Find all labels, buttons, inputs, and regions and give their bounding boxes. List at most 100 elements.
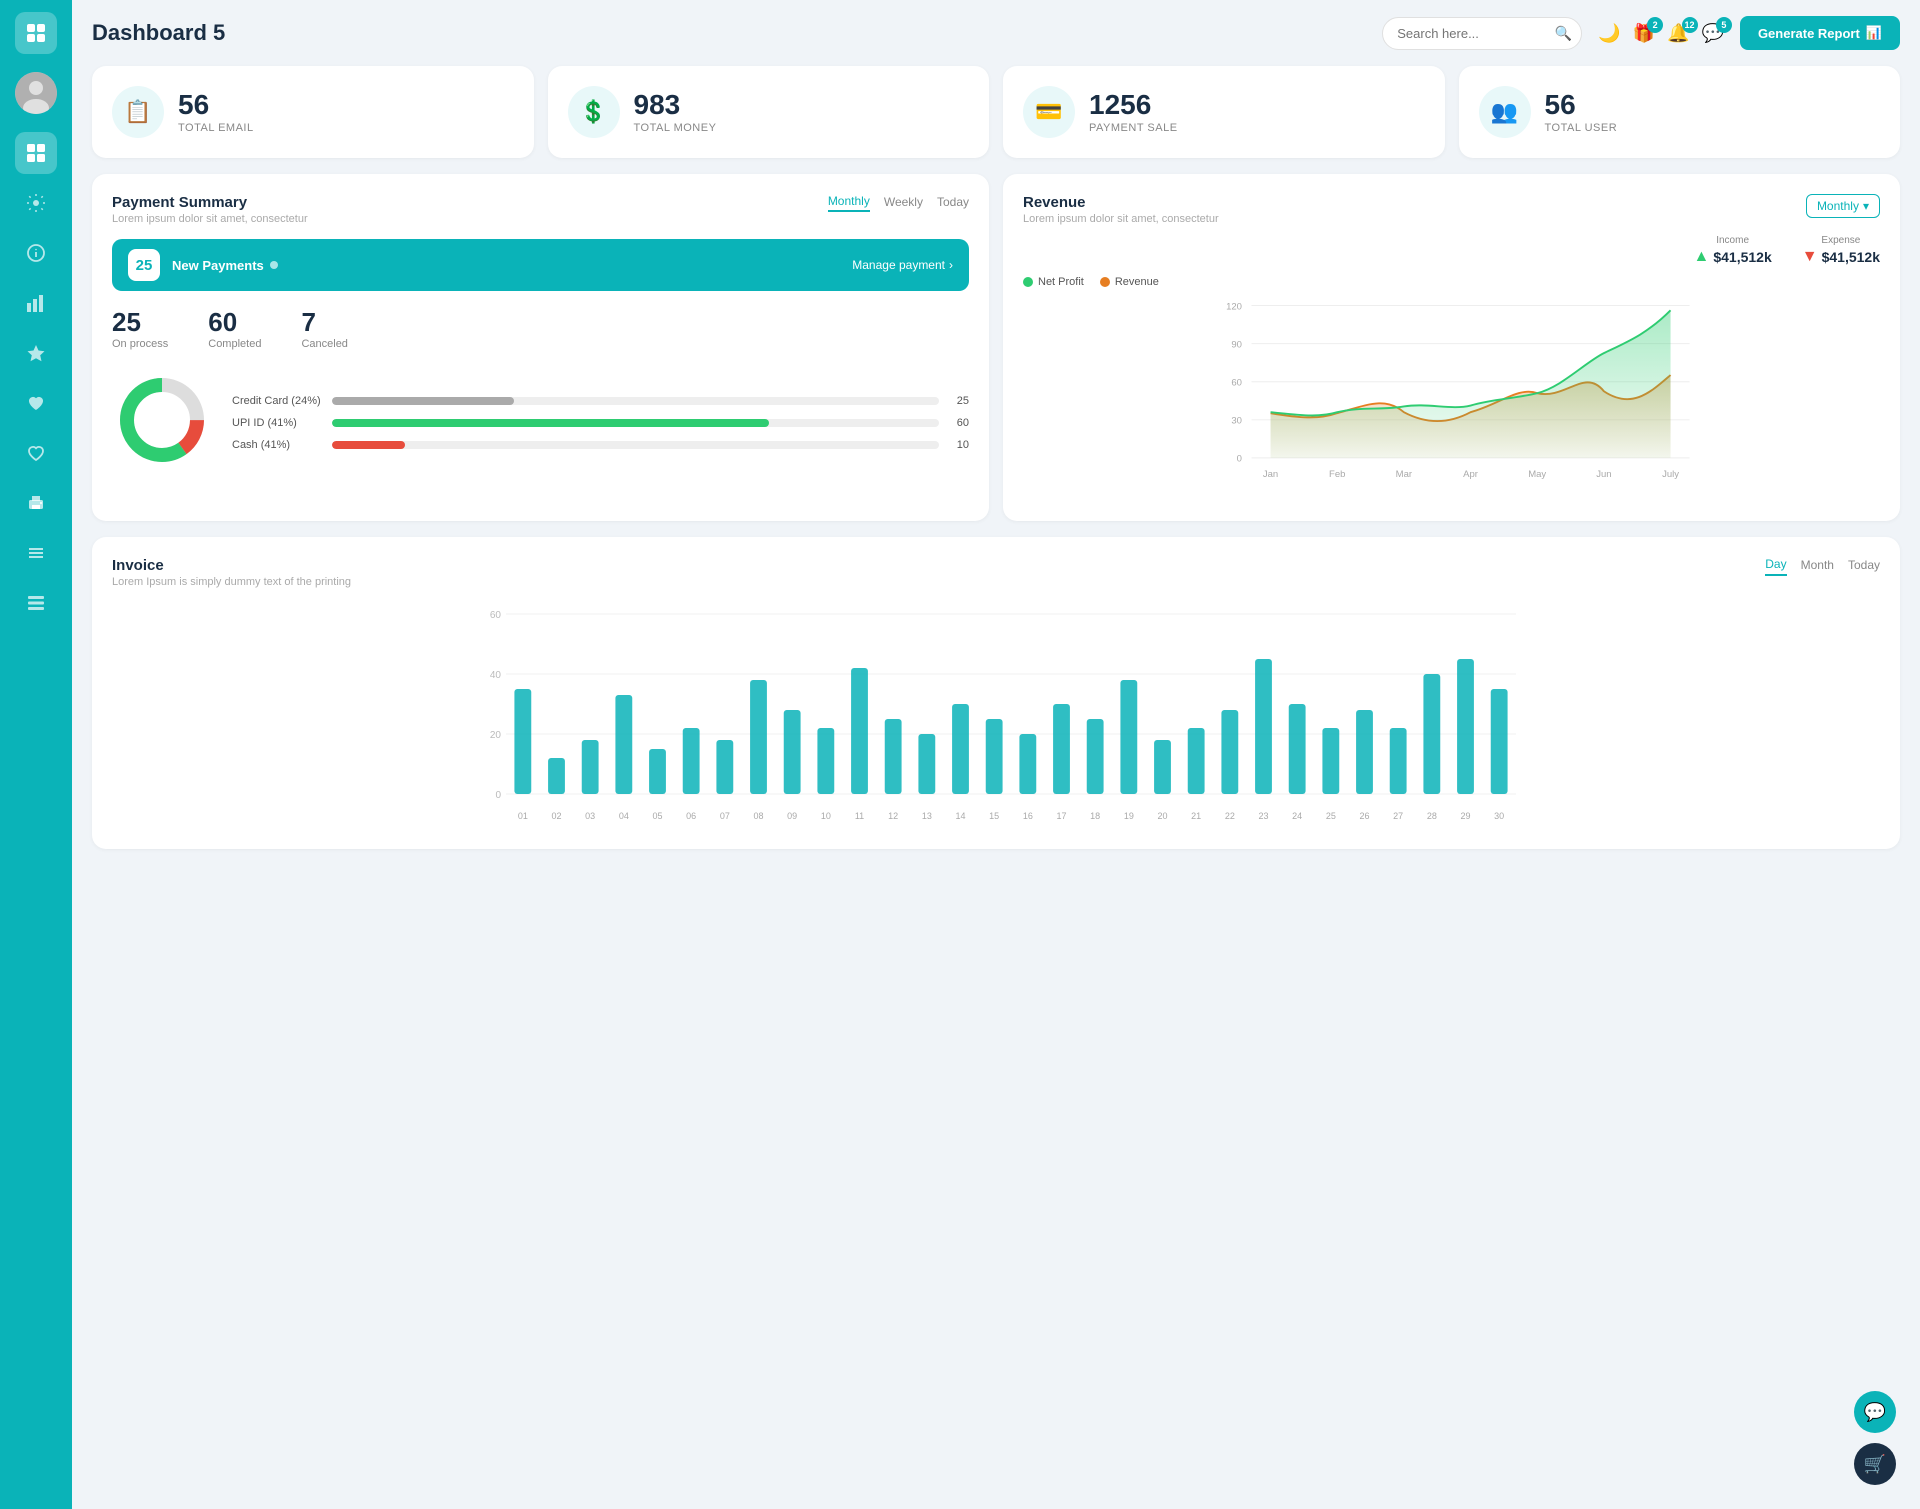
middle-row: Payment Summary Lorem ipsum dolor sit am… [92,174,1900,521]
progress-label: Cash (41%) [232,439,322,451]
bar-27 [1390,728,1407,794]
expense-value: ▼ $41,512k [1802,248,1880,266]
payment-stats-row: 25 On process 60 Completed 7 Canceled [112,307,969,350]
sidebar-item-menu[interactable] [15,532,57,574]
bar-22 [1221,710,1238,794]
user-label: TOTAL USER [1545,122,1618,134]
cart-fab[interactable]: 🛒 [1854,1443,1896,1485]
theme-toggle[interactable]: 🌙 [1598,23,1620,44]
generate-report-button[interactable]: Generate Report 📊 [1740,16,1900,50]
search-input[interactable] [1382,17,1582,50]
bar-08 [750,680,767,794]
svg-text:30: 30 [1231,416,1242,427]
email-icon: 📋 [112,86,164,138]
stat-completed: 60 Completed [208,307,261,350]
invoice-header: Invoice Lorem Ipsum is simply dummy text… [112,557,1880,588]
bar-04 [615,695,632,794]
bar-06 [683,728,700,794]
bar-12 [885,719,902,794]
progress-value: 10 [949,439,969,451]
tab-today[interactable]: Today [937,194,969,212]
main-content: Dashboard 5 🔍 🌙 🎁 2 🔔 12 💬 5 Generate Re… [72,0,1920,1509]
sidebar-item-settings[interactable] [15,182,57,224]
chat-badge: 5 [1716,17,1732,33]
search-icon[interactable]: 🔍 [1555,25,1572,42]
sidebar-item-star[interactable] [15,332,57,374]
svg-text:21: 21 [1191,811,1201,821]
svg-text:20: 20 [490,730,502,741]
stat-card-payment: 💳 1256 PAYMENT SALE [1003,66,1445,158]
payment-summary-header: Payment Summary Lorem ipsum dolor sit am… [112,194,969,225]
sidebar-item-analytics[interactable] [15,282,57,324]
sidebar-item-heart[interactable] [15,382,57,424]
new-payments-label: New Payments [172,258,840,273]
svg-text:14: 14 [955,811,965,821]
tab-weekly[interactable]: Weekly [884,194,923,212]
avatar[interactable] [15,72,57,114]
chat-icon[interactable]: 💬 5 [1702,23,1724,44]
on-process-value: 25 [112,307,168,338]
email-label: TOTAL EMAIL [178,122,254,134]
bell-icon[interactable]: 🔔 12 [1667,23,1689,44]
progress-value: 60 [949,417,969,429]
income-value: ▲ $41,512k [1694,248,1772,266]
sidebar-item-dashboard[interactable] [15,132,57,174]
net-profit-dot [1023,277,1033,287]
svg-text:03: 03 [585,811,595,821]
bar-09 [784,710,801,794]
svg-text:12: 12 [888,811,898,821]
legend-net-profit: Net Profit [1023,276,1084,288]
progress-label: UPI ID (41%) [232,417,322,429]
user-number: 56 [1545,91,1618,119]
stat-card-email: 📋 56 TOTAL EMAIL [92,66,534,158]
progress-bar-fill [332,441,405,449]
bar-13 [918,734,935,794]
sidebar-item-info[interactable] [15,232,57,274]
bar-07 [716,740,733,794]
revenue-dropdown[interactable]: Monthly ▾ [1806,194,1880,218]
bar-30 [1491,689,1508,794]
svg-text:10: 10 [821,811,831,821]
money-icon: 💲 [568,86,620,138]
svg-text:120: 120 [1226,301,1242,312]
bar-05 [649,749,666,794]
bar-18 [1087,719,1104,794]
sidebar-item-print[interactable] [15,482,57,524]
income-icon: ▲ [1694,248,1710,266]
manage-payment-link[interactable]: Manage payment › [852,258,953,272]
sidebar-item-list[interactable] [15,582,57,624]
invoice-tab-month[interactable]: Month [1801,557,1834,576]
bar-14 [952,704,969,794]
invoice-chart: 6040200010203040506070809101112131415161… [112,604,1880,829]
bell-badge: 12 [1682,17,1698,33]
stat-canceled: 7 Canceled [301,307,347,350]
tab-monthly[interactable]: Monthly [828,194,870,212]
progress-section: Credit Card (24%) 25 UPI ID (41%) 60 Cas… [232,395,969,451]
svg-text:05: 05 [652,811,662,821]
on-process-label: On process [112,338,168,350]
svg-text:60: 60 [490,610,502,621]
svg-text:30: 30 [1494,811,1504,821]
svg-text:40: 40 [490,670,502,681]
payment-section: Credit Card (24%) 25 UPI ID (41%) 60 Cas… [112,370,969,475]
stat-cards: 📋 56 TOTAL EMAIL 💲 983 TOTAL MONEY 💳 125… [92,66,1900,158]
sidebar-item-heart2[interactable] [15,432,57,474]
legend-revenue: Revenue [1100,276,1159,288]
svg-text:22: 22 [1225,811,1235,821]
bar-29 [1457,659,1474,794]
chart-icon: 📊 [1866,25,1882,41]
bar-25 [1322,728,1339,794]
svg-text:29: 29 [1460,811,1470,821]
support-fab[interactable]: 💬 [1854,1391,1896,1433]
invoice-tab-today[interactable]: Today [1848,557,1880,576]
progress-bar-bg [332,397,939,405]
revenue-chart: 120 90 60 30 0 Jan Feb Mar Apr May Jun J… [1023,296,1880,501]
gift-icon[interactable]: 🎁 2 [1633,23,1655,44]
payment-tabs: Monthly Weekly Today [828,194,969,212]
income-label: Income [1694,235,1772,246]
svg-text:08: 08 [753,811,763,821]
bar-19 [1120,680,1137,794]
invoice-svg: 6040200010203040506070809101112131415161… [112,604,1880,824]
invoice-tab-day[interactable]: Day [1765,557,1786,576]
sidebar [0,0,72,1509]
